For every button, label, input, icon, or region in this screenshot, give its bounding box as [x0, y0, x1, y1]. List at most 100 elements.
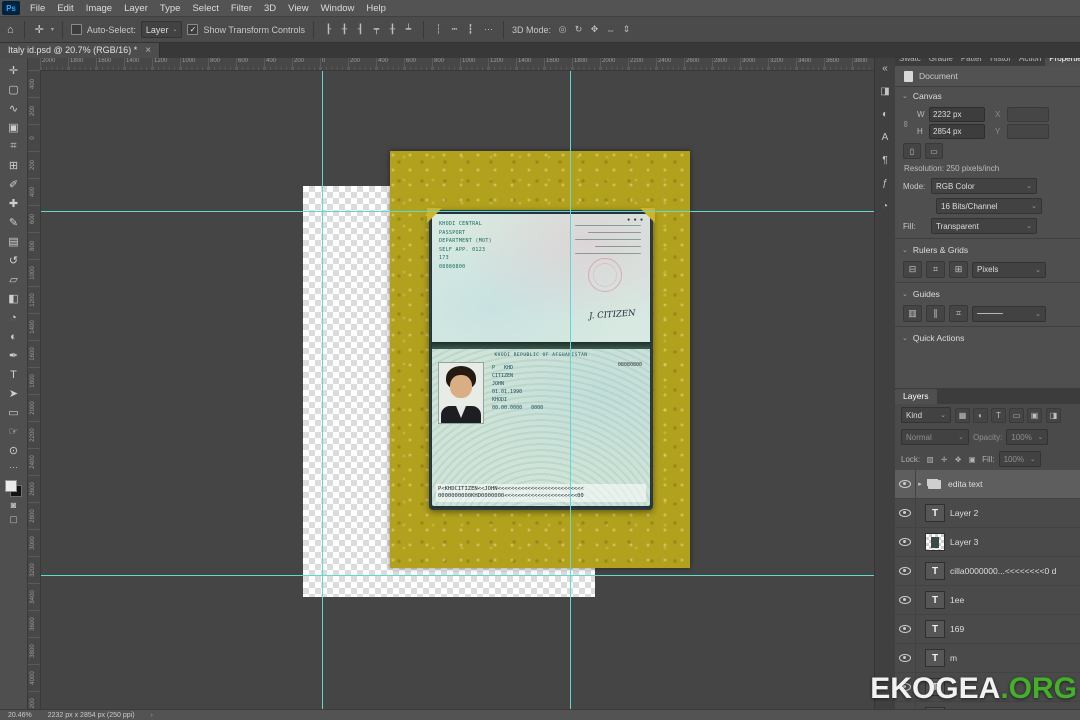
portrait-orientation-button[interactable]: ▯	[903, 143, 921, 159]
menu-item[interactable]: Edit	[51, 0, 79, 16]
guide-icon[interactable]: ▥	[903, 305, 922, 322]
layer-filter-icon[interactable]: ◐	[973, 407, 988, 423]
layer-visibility-toggle[interactable]	[895, 557, 916, 585]
3d-mode-icon[interactable]: ✥	[588, 24, 601, 35]
layer-visibility-toggle[interactable]	[895, 470, 916, 498]
landscape-orientation-button[interactable]: ▭	[925, 143, 943, 159]
status-chevron-icon[interactable]: ›	[151, 712, 153, 719]
units-select[interactable]: Pixels ⌄	[972, 261, 1046, 278]
layer-thumbnail[interactable]	[925, 620, 945, 638]
guide-style-select[interactable]: ⌄	[972, 305, 1046, 322]
guide-horizontal[interactable]	[40, 211, 875, 212]
move-tool[interactable]: ✛	[3, 61, 25, 80]
shape-tool[interactable]: ▭	[3, 403, 25, 422]
layer-row[interactable]: cilla0000000...<<<<<<<<0 d	[895, 557, 1080, 586]
guides-section-header[interactable]: ⌄ Guides	[895, 285, 1080, 303]
layer-thumbnail[interactable]	[925, 649, 945, 667]
type-tool[interactable]: T	[3, 365, 25, 384]
menu-item[interactable]: File	[24, 0, 51, 16]
layer-visibility-toggle[interactable]	[895, 528, 916, 556]
color-panel-icon[interactable]: ◨	[876, 83, 894, 99]
brush-tool[interactable]: ✎	[3, 213, 25, 232]
layer-visibility-toggle[interactable]	[895, 586, 916, 614]
eyedropper-tool[interactable]: ✐	[3, 175, 25, 194]
3d-mode-icon[interactable]: ⇕	[620, 24, 633, 35]
align-icon[interactable]: ┯	[370, 24, 383, 35]
3d-mode-icon[interactable]: ◎	[556, 24, 569, 35]
layer-fill-field[interactable]: 100% ⌄	[998, 451, 1041, 467]
y-field[interactable]	[1007, 124, 1049, 139]
adjustments-panel-icon[interactable]: ◐	[876, 106, 894, 122]
menu-item[interactable]: View	[282, 0, 314, 16]
width-field[interactable]: 2232 px	[929, 107, 985, 122]
eraser-tool[interactable]: ▱	[3, 270, 25, 289]
layer-row[interactable]: Layer 3	[895, 528, 1080, 557]
layer-filter-icon[interactable]: ▭	[1009, 407, 1024, 423]
more-options-icon[interactable]: ⋯	[482, 24, 495, 35]
layer-thumbnail[interactable]	[925, 562, 945, 580]
move-tool-icon[interactable]: ✛	[33, 23, 46, 36]
ruler-grid-icon[interactable]: ⌗	[926, 261, 945, 278]
align-icon[interactable]: ┨	[354, 24, 367, 35]
guide-icon[interactable]: ∥	[926, 305, 945, 322]
document-properties-row[interactable]: Document	[895, 66, 1080, 87]
group-caret-icon[interactable]: ▸	[916, 480, 924, 488]
document-tab[interactable]: Italy id.psd @ 20.7% (RGB/16) * ×	[0, 42, 161, 58]
canvas-section-header[interactable]: ⌄ Canvas	[895, 87, 1080, 105]
filter-kind-select[interactable]: Kind ⌄	[901, 407, 951, 423]
photoshop-logo[interactable]: Ps	[2, 1, 20, 15]
ruler-grid-icon[interactable]: ⊟	[903, 261, 922, 278]
clone-stamp-tool[interactable]: ▤	[3, 232, 25, 251]
menu-item[interactable]: Image	[80, 0, 118, 16]
menu-item[interactable]: Type	[154, 0, 187, 16]
menu-item[interactable]: Help	[360, 0, 392, 16]
distribute-icon[interactable]: ┇	[464, 24, 477, 35]
3d-mode-icon[interactable]: ↻	[572, 24, 585, 35]
color-swatches[interactable]	[5, 480, 22, 497]
layer-thumbnail[interactable]	[925, 476, 943, 492]
rulers-grids-section-header[interactable]: ⌄ Rulers & Grids	[895, 241, 1080, 259]
align-icon[interactable]: ╂	[386, 24, 399, 35]
align-icon[interactable]: ┷	[402, 24, 415, 35]
gradient-tool[interactable]: ◧	[3, 289, 25, 308]
path-selection-tool[interactable]: ➤	[3, 384, 25, 403]
guide-horizontal[interactable]	[40, 575, 875, 576]
guide-icon[interactable]: ⌗	[949, 305, 968, 322]
canvas-fill-select[interactable]: Transparent ⌄	[931, 218, 1037, 234]
auto-select-target-dropdown[interactable]: Layer ⌄	[140, 21, 183, 38]
menu-item[interactable]: Layer	[118, 0, 154, 16]
character-panel-icon[interactable]: A	[876, 129, 894, 145]
object-selection-tool[interactable]: ▣	[3, 118, 25, 137]
zoom-level[interactable]: 20.46%	[8, 712, 32, 719]
layer-visibility-toggle[interactable]	[895, 615, 916, 643]
close-icon[interactable]: ×	[145, 45, 151, 56]
ruler-grid-icon[interactable]: ⊞	[949, 261, 968, 278]
layer-visibility-toggle[interactable]	[895, 644, 916, 672]
lock-icon[interactable]: ▣	[966, 453, 978, 465]
opacity-field[interactable]: 100% ⌄	[1006, 429, 1049, 445]
collapse-panels-icon[interactable]: «	[876, 60, 894, 76]
lock-icon[interactable]: ✥	[952, 453, 964, 465]
crop-tool[interactable]: ⌗	[3, 137, 25, 156]
foreground-color-swatch[interactable]	[5, 480, 17, 492]
zoom-tool[interactable]: ⊙	[3, 441, 25, 460]
tool-preset-caret-icon[interactable]: ▾	[51, 26, 54, 33]
menu-item[interactable]: Filter	[225, 0, 258, 16]
lasso-tool[interactable]: ∿	[3, 99, 25, 118]
auto-select-checkbox[interactable]	[70, 24, 82, 35]
show-transform-checkbox[interactable]: ✓	[187, 24, 199, 35]
distribute-icon[interactable]: ┅	[448, 24, 461, 35]
menu-item[interactable]: 3D	[258, 0, 282, 16]
history-brush-tool[interactable]: ↺	[3, 251, 25, 270]
layer-visibility-toggle[interactable]	[895, 499, 916, 527]
edit-toolbar-icon[interactable]: ⋯	[3, 460, 25, 475]
quick-mask-icon[interactable]: ◙	[3, 497, 25, 512]
screen-mode-icon[interactable]: ▢	[3, 512, 25, 527]
layer-row[interactable]: 169	[895, 615, 1080, 644]
layer-row[interactable]: m	[895, 644, 1080, 673]
bit-depth-select[interactable]: 16 Bits/Channel ⌄	[936, 198, 1042, 214]
x-field[interactable]	[1007, 107, 1049, 122]
color-mode-select[interactable]: RGB Color ⌄	[931, 178, 1037, 194]
layer-filter-icon[interactable]: T	[991, 407, 1006, 423]
guide-vertical[interactable]	[570, 70, 571, 710]
